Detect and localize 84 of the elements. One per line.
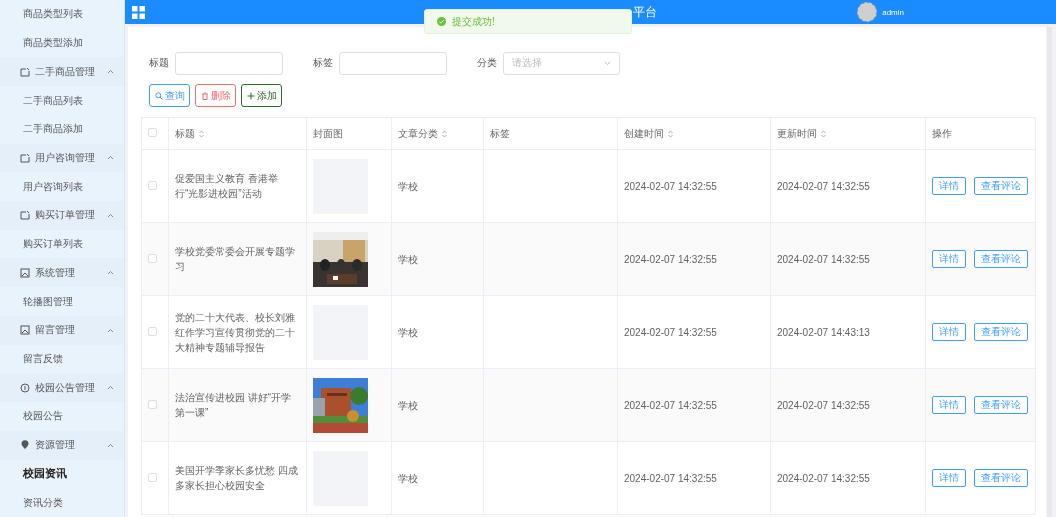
field-label: 标签 [313,56,333,70]
field-label: 分类 [477,56,497,70]
table-cell-text: 学校 [398,252,419,267]
table-cell-text: 党的二十大代表、校长刘雅红作学习宣传贯彻党的二十大精神专题辅导报告 [175,310,296,355]
sort-icon[interactable] [821,129,826,138]
chevron-up-icon [107,270,114,276]
table-cell-text: 美国开学季家长多忧愁 四成多家长担心校园安全 [175,464,299,493]
checkbox[interactable] [148,180,157,190]
menu-item[interactable]: 商品类型添加 [0,28,124,58]
add-button[interactable]: 添加 [241,84,282,107]
field-label: 标题 [149,56,169,70]
menu-item[interactable]: 资讯分类 [0,488,124,517]
menu-item[interactable]: 用户咨询列表 [0,172,124,202]
document-icon [20,210,30,221]
table-cell-text: 2024-02-07 14:32:55 [777,398,871,413]
user-name: admin [882,7,904,17]
table-cell-text: 学校 [398,398,419,413]
success-icon [437,17,446,26]
menu-group[interactable]: 二手商品管理 [0,57,124,87]
menu-item[interactable]: 校园公告 [0,402,124,431]
location-pin-icon [20,440,30,451]
column-header: 操作 [932,126,952,141]
checkbox[interactable] [148,472,157,482]
table-cell-text: 2024-02-07 14:32:55 [777,252,871,267]
checkbox[interactable] [148,128,157,137]
info-icon [20,382,30,393]
table-cell-text: 2024-02-07 14:32:55 [624,252,718,267]
sort-icon[interactable] [199,129,204,138]
table-cell-text: 2024-02-07 14:32:55 [624,471,718,486]
table-cell-text: 2024-02-07 14:43:13 [777,325,871,340]
column-header[interactable]: 标题 [175,126,204,141]
table-cell-text: 学校 [398,471,419,486]
column-header[interactable]: 更新时间 [777,126,826,141]
menu-item[interactable]: 留言反馈 [0,344,124,374]
menu-item[interactable]: 购买订单列表 [0,229,124,259]
document-icon [20,152,30,163]
table-cell-text: 2024-02-07 14:32:55 [777,471,871,486]
image-icon [20,325,30,336]
search-icon [154,91,163,100]
site-title: 平台 [633,3,657,21]
sort-icon[interactable] [442,129,447,138]
menu-item[interactable]: 二手商品列表 [0,86,124,115]
sort-icon[interactable] [668,129,673,138]
toast-message: 提交成功! [452,14,495,29]
document-icon [20,66,30,77]
table-cell-text: 2024-02-07 14:32:55 [624,179,718,194]
table-cell-text: 学校 [398,325,419,340]
chevron-up-icon [107,442,114,448]
menu-group[interactable]: 留言管理 [0,315,124,345]
chevron-up-icon [107,69,114,75]
menu-group[interactable]: 系统管理 [0,258,124,288]
menu-group[interactable]: 资源管理 [0,430,124,460]
checkbox[interactable] [148,253,157,263]
chevron-up-icon [107,385,114,391]
chevron-down-icon [604,60,611,66]
column-header: 封面图 [313,126,343,141]
chevron-up-icon [107,212,114,218]
table-cell-text: 促爱国主义教育 香港举行“光影进校园”活动 [175,172,279,201]
column-header[interactable]: 创建时间 [624,126,673,141]
avatar[interactable] [857,2,878,22]
table-cell-text: 学校 [398,179,419,194]
image-icon [20,267,30,278]
chevron-up-icon [107,155,114,161]
input-field[interactable] [339,51,447,75]
menu-item[interactable]: 二手商品添加 [0,114,124,144]
menu-group[interactable]: 购买订单管理 [0,201,124,230]
menu-group[interactable]: 校园公告管理 [0,373,124,403]
menu-item[interactable]: 校园资讯 [0,459,124,489]
table-cell-text: 2024-02-07 14:32:55 [777,179,871,194]
table-cell-text: 法治宣传进校园 讲好“开学第一课” [175,391,293,420]
menu-item[interactable]: 轮播图管理 [0,287,124,316]
plus-icon [246,91,255,100]
chevron-up-icon [107,327,114,333]
trash-icon [200,91,209,100]
input-field[interactable] [175,51,283,75]
grid-menu-icon[interactable] [132,5,145,19]
checkbox[interactable] [148,399,157,409]
checkbox[interactable] [148,326,157,336]
table-cell-text: 2024-02-07 14:32:55 [624,398,718,413]
column-header: 标签 [490,126,510,141]
table-cell-text: 学校党委常委会开展专题学习 [175,245,296,274]
menu-group[interactable]: 用户咨询管理 [0,143,124,173]
menu-item[interactable]: 商品类型列表 [0,0,124,29]
table-cell-text: 2024-02-07 14:32:55 [624,325,718,340]
